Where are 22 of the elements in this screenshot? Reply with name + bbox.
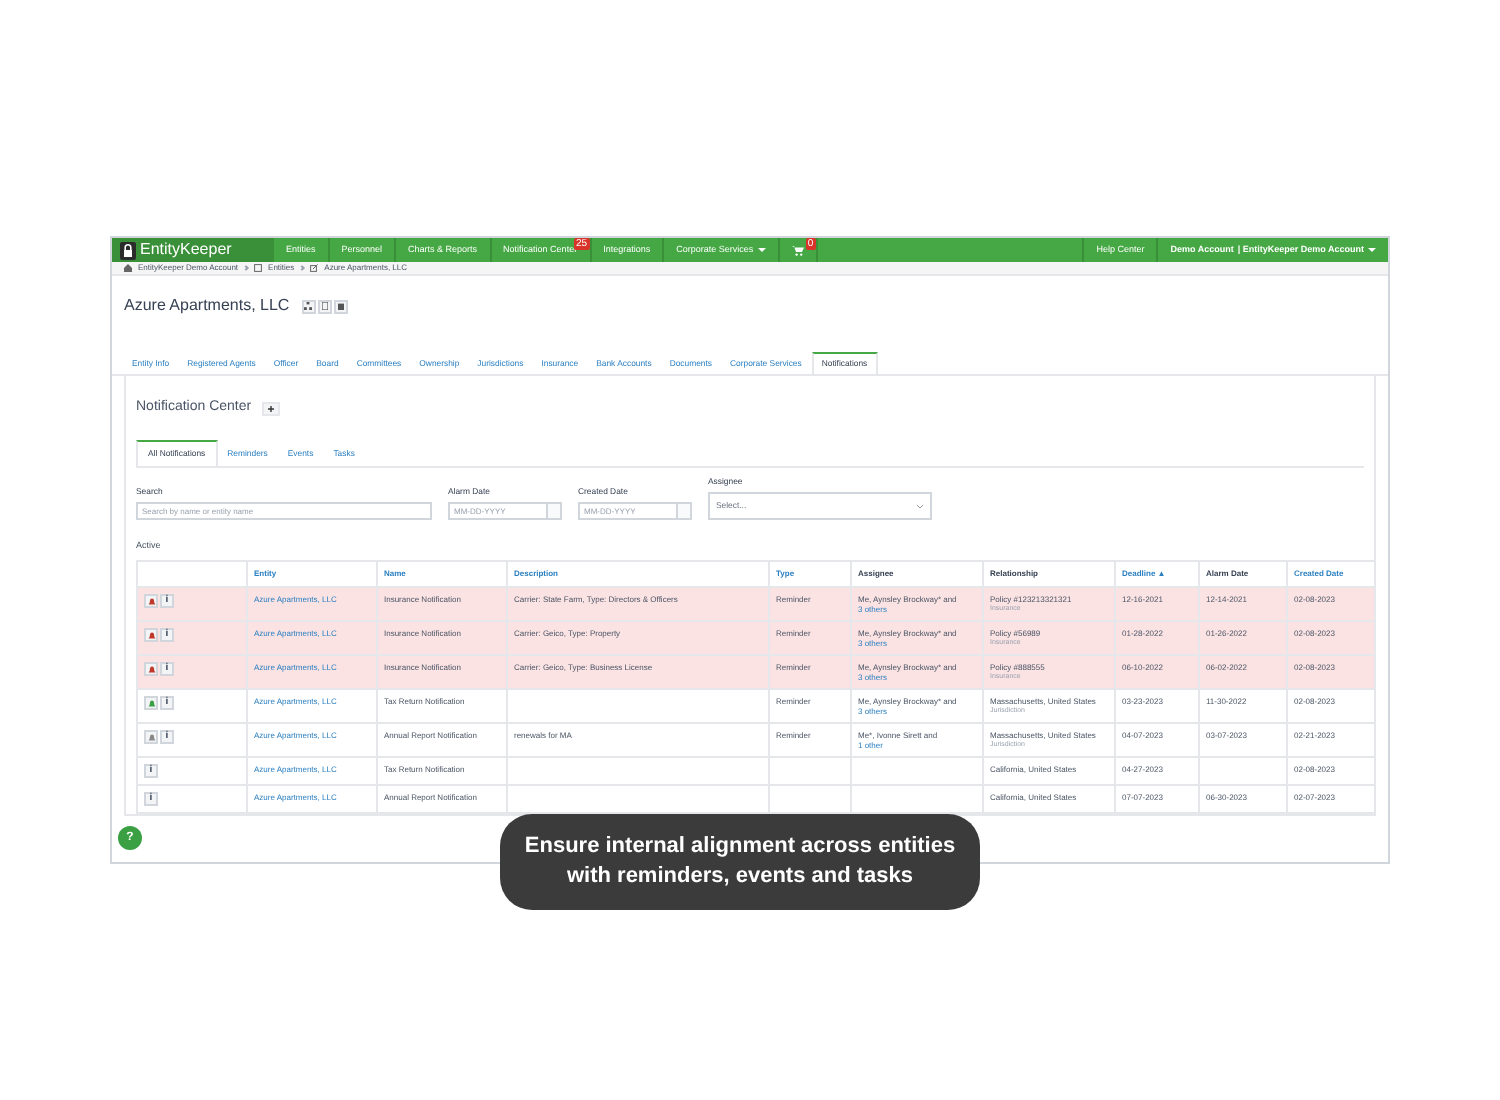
delete-button[interactable] [333, 299, 348, 313]
caret-icon [1368, 248, 1376, 252]
cart-icon [791, 245, 804, 255]
trash-icon [337, 302, 344, 310]
chevron-icon [243, 265, 249, 271]
caret-icon [757, 248, 766, 252]
chevron-icon [299, 265, 306, 271]
entity-title: Azure Apartments, LLC [124, 294, 290, 318]
org-chart-button[interactable] [301, 299, 316, 313]
plus-icon [267, 406, 274, 413]
alert-button[interactable] [144, 628, 158, 643]
alert-button[interactable] [144, 662, 158, 677]
alert-button[interactable] [144, 696, 158, 711]
document-icon [321, 302, 328, 310]
add-button[interactable] [261, 402, 280, 417]
list-icon [254, 264, 263, 272]
alert-button[interactable] [144, 594, 158, 609]
caption-text: with reminders, events and tasks [566, 862, 913, 892]
edit-icon [310, 264, 319, 272]
caption-text: Ensure internal alignment across entities [524, 832, 956, 862]
sitemap-icon [304, 302, 313, 310]
alert-button[interactable] [144, 730, 158, 745]
